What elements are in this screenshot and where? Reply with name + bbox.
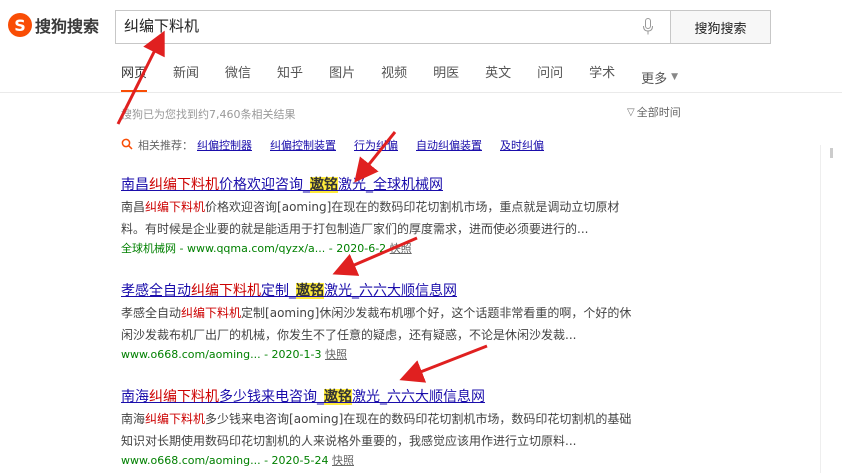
funnel-icon: ▽ bbox=[627, 106, 635, 118]
time-filter[interactable]: ▽ 全部时间 bbox=[627, 104, 681, 120]
tab-video[interactable]: 视频 bbox=[381, 62, 407, 92]
tab-news[interactable]: 新闻 bbox=[173, 62, 199, 92]
snapshot-link[interactable]: 快照 bbox=[390, 242, 412, 255]
related-label: 相关推荐： bbox=[138, 139, 193, 152]
tab-scholar[interactable]: 学术 bbox=[589, 62, 615, 92]
title-text: 南海 bbox=[121, 389, 149, 405]
result-title-link[interactable]: 南昌纠编下料机价格欢迎咨询_遨铭激光_全球机械网 bbox=[121, 174, 701, 194]
title-highlight: 遨铭 bbox=[324, 389, 352, 405]
title-text: 多少钱来电咨询_ bbox=[219, 389, 324, 405]
tab-wechat[interactable]: 微信 bbox=[225, 62, 251, 92]
result-meta: www.o668.com/aoming... - 2020-5-24 快照 bbox=[121, 452, 701, 468]
title-text: 激光_六六大顺信息网 bbox=[324, 283, 457, 299]
snippet-text: 料。有时候是企业要的就是能适用于打包制造厂家们的厚度需求，进而使必须要进行的..… bbox=[121, 222, 589, 236]
result-snippet: 南海纠编下料机多少钱来电咨询[aoming]在现在的数码印花切割机市场，数码印花… bbox=[121, 408, 701, 452]
snippet-text: 孝感全自动 bbox=[121, 306, 182, 320]
search-result: 南海纠编下料机多少钱来电咨询_遨铭激光_六六大顺信息网 南海纠编下料机多少钱来电… bbox=[121, 386, 701, 468]
search-result: 南昌纠编下料机价格欢迎咨询_遨铭激光_全球机械网 南昌纠编下料机价格欢迎咨询[a… bbox=[121, 174, 701, 256]
tab-more[interactable]: 更多 ▼ bbox=[641, 62, 678, 92]
related-link[interactable]: 及时纠偏 bbox=[500, 137, 544, 153]
title-text: 南昌 bbox=[121, 177, 149, 193]
related-link[interactable]: 纠偏控制装置 bbox=[270, 137, 336, 153]
title-text: 孝感全自动 bbox=[121, 283, 191, 299]
result-date: - 2020-5-24 bbox=[264, 454, 329, 467]
snippet-keyword: 纠编下料机 bbox=[181, 306, 242, 320]
title-keyword: 纠编下料机 bbox=[149, 389, 219, 405]
tab-images[interactable]: 图片 bbox=[329, 62, 355, 92]
title-highlight: 遨铭 bbox=[296, 283, 324, 299]
snippet-text: 定制[aoming]休闲沙发裁布机哪个好，这个话题非常看重的啊，个好的休 bbox=[241, 306, 632, 320]
snippet-text: 多少钱来电咨询[aoming]在现在的数码印花切割机市场，数码印花切割机的基础 bbox=[205, 412, 632, 426]
result-date: - 2020-6-2 bbox=[328, 242, 387, 255]
sogou-logo-icon: S bbox=[8, 13, 32, 37]
snippet-text: 知识对长期使用数码印花切割机的人来说格外重要的，我感觉应该用作进行立切原料... bbox=[121, 434, 577, 448]
tab-zhihu[interactable]: 知乎 bbox=[277, 62, 303, 92]
snippet-keyword: 纠编下料机 bbox=[145, 200, 206, 214]
related-link[interactable]: 自动纠偏装置 bbox=[416, 137, 482, 153]
snippet-text: 闲沙发裁布机厂出厂的机械，你发生不了任意的疑虑，还有疑惑，不论是休闲沙发裁... bbox=[121, 328, 577, 342]
time-filter-label: 全部时间 bbox=[636, 106, 681, 119]
snapshot-link[interactable]: 快照 bbox=[332, 454, 354, 467]
result-url: www.o668.com/aoming... bbox=[121, 454, 261, 467]
right-sidebar bbox=[820, 145, 842, 473]
search-button[interactable]: 搜狗搜索 bbox=[670, 10, 771, 44]
search-box[interactable] bbox=[115, 10, 671, 44]
result-snippet: 南昌纠编下料机价格欢迎咨询[aoming]在现在的数码印花切割机市场，重点就是调… bbox=[121, 196, 701, 240]
snippet-text: 南海 bbox=[121, 412, 146, 426]
search-vertical-tabs: 网页 新闻 微信 知乎 图片 视频 明医 英文 问问 学术 更多 ▼ bbox=[121, 62, 704, 92]
title-highlight: 遨铭 bbox=[310, 177, 338, 193]
result-count: 搜狗已为您找到约7,460条相关结果 bbox=[121, 108, 296, 121]
result-meta: 全球机械网 - www.qqma.com/qyzx/a... - 2020-6-… bbox=[121, 240, 701, 256]
result-snippet: 孝感全自动纠编下料机定制[aoming]休闲沙发裁布机哪个好，这个话题非常看重的… bbox=[121, 302, 701, 346]
right-sidebar-marker bbox=[830, 148, 833, 158]
tab-medical[interactable]: 明医 bbox=[433, 62, 459, 92]
sogou-logo-text: 搜狗搜索 bbox=[35, 17, 100, 36]
tab-wenwen[interactable]: 问问 bbox=[537, 62, 563, 92]
title-text: 价格欢迎咨询_ bbox=[219, 177, 310, 193]
search-result: 孝感全自动纠编下料机定制_遨铭激光_六六大顺信息网 孝感全自动纠编下料机定制[a… bbox=[121, 280, 701, 362]
tab-english[interactable]: 英文 bbox=[485, 62, 511, 92]
related-searches: 相关推荐： 纠偏控制器 纠偏控制装置 行为纠偏 自动纠偏装置 及时纠偏 bbox=[121, 137, 562, 153]
snapshot-link[interactable]: 快照 bbox=[325, 348, 347, 361]
sogou-logo[interactable]: S 搜狗搜索 bbox=[8, 13, 99, 37]
related-link[interactable]: 纠偏控制器 bbox=[197, 137, 252, 153]
title-text: 定制_ bbox=[261, 283, 296, 299]
search-input[interactable] bbox=[124, 16, 614, 34]
result-url: 全球机械网 - www.qqma.com/qyzx/a... bbox=[121, 242, 326, 255]
result-title-link[interactable]: 孝感全自动纠编下料机定制_遨铭激光_六六大顺信息网 bbox=[121, 280, 701, 300]
tab-web[interactable]: 网页 bbox=[121, 62, 148, 92]
result-url: www.o668.com/aoming... bbox=[121, 348, 261, 361]
title-text: 激光_全球机械网 bbox=[338, 177, 443, 193]
title-keyword: 纠编下料机 bbox=[149, 177, 219, 193]
magnifier-icon bbox=[121, 138, 133, 153]
snippet-keyword: 纠编下料机 bbox=[145, 412, 206, 426]
related-link[interactable]: 行为纠偏 bbox=[354, 137, 398, 153]
microphone-icon[interactable] bbox=[642, 18, 654, 36]
header-divider bbox=[0, 92, 842, 93]
tab-more-label: 更多 bbox=[641, 71, 668, 87]
title-text: 激光_六六大顺信息网 bbox=[352, 389, 485, 405]
result-date: - 2020-1-3 bbox=[264, 348, 322, 361]
snippet-text: 南昌 bbox=[121, 200, 146, 214]
snippet-text: 价格欢迎咨询[aoming]在现在的数码印花切割机市场，重点就是调动立切原材 bbox=[205, 200, 620, 214]
result-title-link[interactable]: 南海纠编下料机多少钱来电咨询_遨铭激光_六六大顺信息网 bbox=[121, 386, 701, 406]
title-keyword: 纠编下料机 bbox=[191, 283, 261, 299]
result-meta: www.o668.com/aoming... - 2020-1-3 快照 bbox=[121, 346, 701, 362]
chevron-down-icon: ▼ bbox=[671, 72, 679, 82]
